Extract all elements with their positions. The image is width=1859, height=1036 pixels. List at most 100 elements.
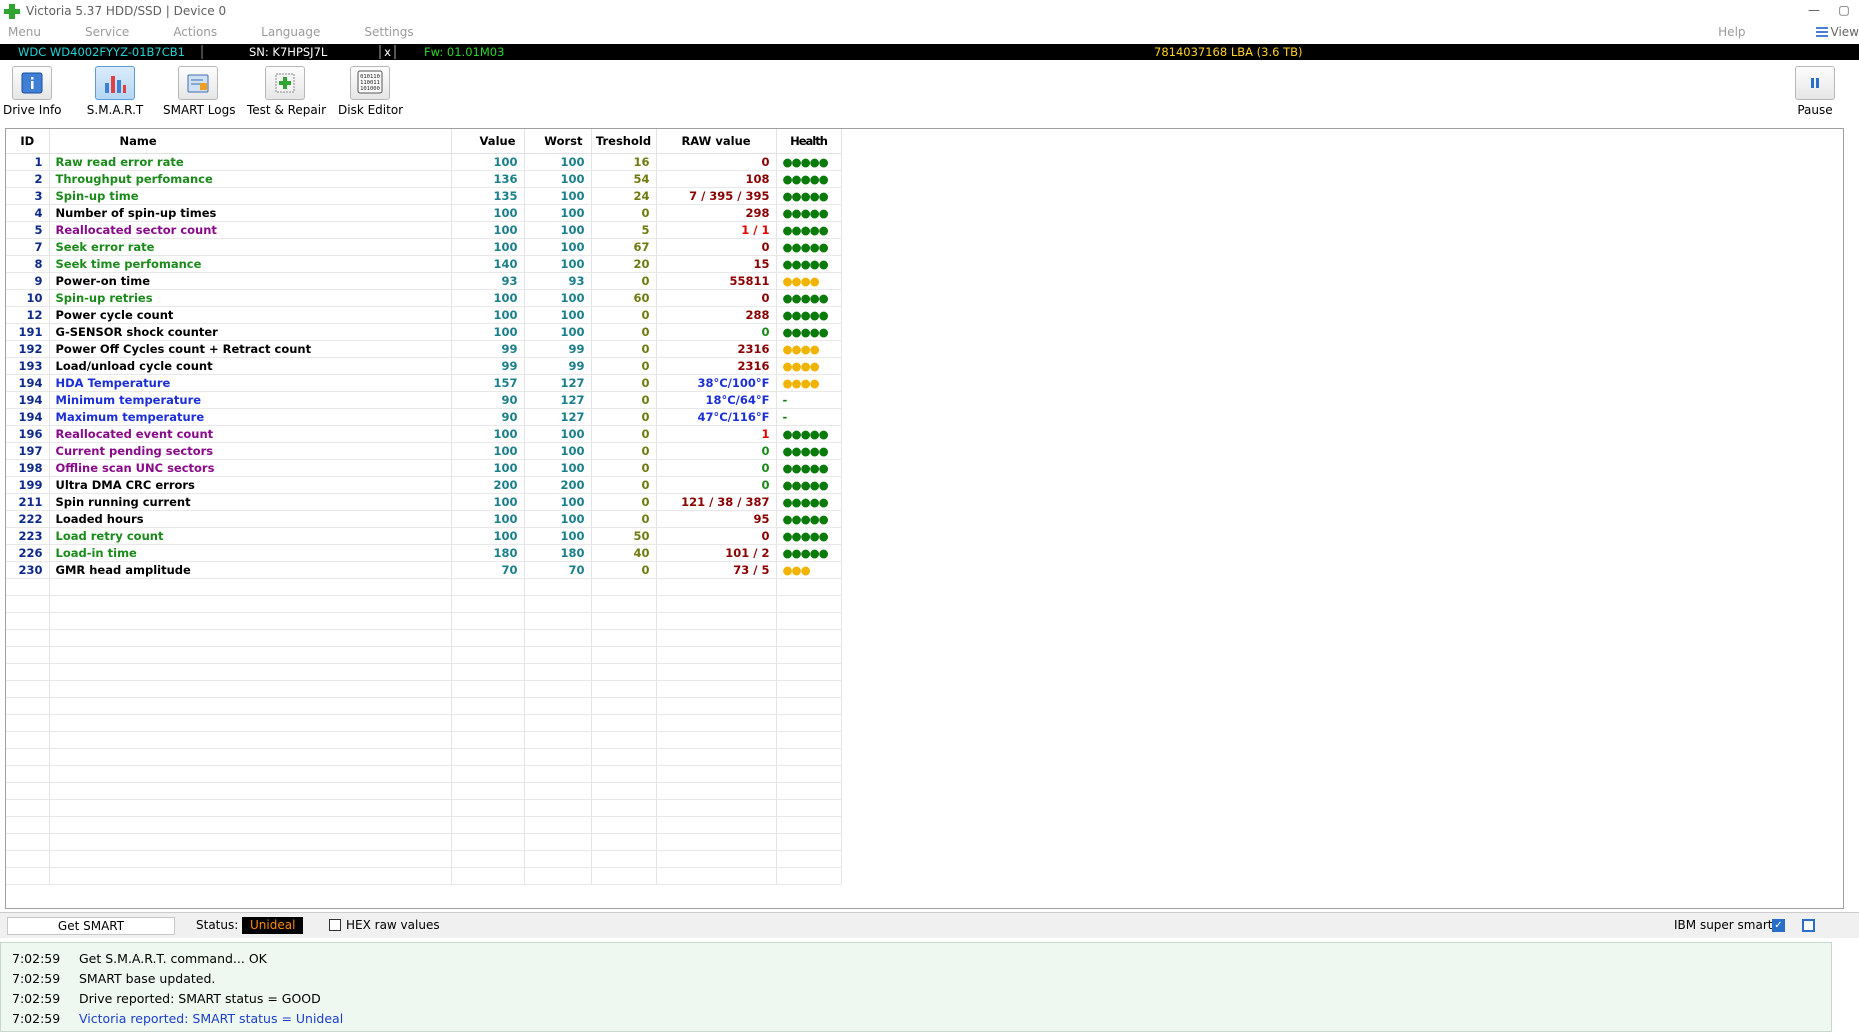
table-row[interactable]: 8 Seek time perfomance 140 100 20 15 ●●●●● — [6, 255, 842, 273]
attr-worst: 100 — [524, 153, 592, 171]
attr-name: Spin-up time — [49, 187, 452, 205]
attr-threshold: 0 — [591, 561, 657, 579]
ibm-options-button[interactable] — [1802, 919, 1815, 932]
attr-name: Current pending sectors — [49, 442, 452, 460]
test-repair-icon — [275, 73, 295, 93]
table-row[interactable]: 211 Spin running current 100 100 0 121 / 38 /… — [6, 493, 842, 511]
col-header-raw[interactable]: RAW value — [656, 129, 777, 154]
attr-name: HDA Temperature — [49, 374, 452, 392]
attr-value: 157 — [451, 374, 525, 392]
table-row[interactable]: 223 Load retry count 100 100 50 0 ●●●●● — [6, 527, 842, 545]
ibm-super-smart-label: IBM super smart: — [1674, 918, 1777, 932]
table-row[interactable]: 198 Offline scan UNC sectors 100 100 0 0 ●●●●● — [6, 459, 842, 477]
smart-table-panel[interactable]: ID Name Value Worst Treshold RAW value H… — [5, 128, 1844, 909]
table-row[interactable]: 194 HDA Temperature 157 127 0 38°C/100°F ●●●● — [6, 374, 842, 392]
attr-raw-value: 55811 — [656, 272, 777, 290]
table-row[interactable]: 194 Maximum temperature 90 127 0 47°C/116°F - — [6, 408, 842, 426]
attr-name: Power Off Cycles count + Retract count — [49, 340, 452, 358]
smart-button[interactable]: S.M.A.R.T — [82, 66, 148, 117]
attr-id: 197 — [6, 442, 50, 460]
attr-value: 100 — [451, 459, 525, 477]
smart-logs-button[interactable]: SMART Logs — [163, 66, 235, 117]
table-row[interactable]: 2 Throughput perfomance 136 100 54 108 ●●●●● — [6, 170, 842, 188]
attr-health: ●●●●● — [776, 204, 842, 222]
pause-button[interactable]: Pause — [1795, 66, 1835, 117]
disk-editor-label: Disk Editor — [338, 103, 404, 117]
device-model[interactable]: WDC WD4002FYYZ-01B7CB1 — [0, 45, 203, 59]
attr-id: 193 — [6, 357, 50, 375]
attr-value: 200 — [451, 476, 525, 494]
menu-menu[interactable]: Menu — [0, 25, 49, 39]
table-row[interactable]: 222 Loaded hours 100 100 0 95 ●●●●● — [6, 510, 842, 528]
smart-table: ID Name Value Worst Treshold RAW value H… — [6, 129, 842, 885]
table-row[interactable]: 226 Load-in time 180 180 40 101 / 2 ●●●●● — [6, 544, 842, 562]
table-row[interactable]: 194 Minimum temperature 90 127 0 18°C/64°F - — [6, 391, 842, 409]
minimize-button[interactable]: — — [1799, 0, 1829, 22]
table-row[interactable]: 230 GMR head amplitude 70 70 0 73 / 5 ●●● — [6, 561, 842, 579]
empty-row — [6, 748, 842, 766]
menu-bar: Menu Service Actions Language Settings H… — [0, 22, 1859, 42]
col-header-value[interactable]: Value — [451, 129, 525, 154]
restore-button[interactable]: ▢ — [1829, 0, 1859, 22]
attr-value: 100 — [451, 221, 525, 239]
test-repair-button[interactable]: Test & Repair — [247, 66, 327, 117]
col-header-threshold[interactable]: Treshold — [591, 129, 657, 154]
menu-view[interactable]: View — [1815, 25, 1859, 39]
hex-raw-label[interactable]: HEX raw values — [346, 918, 440, 932]
status-label: Status: — [196, 918, 239, 932]
attr-id: 222 — [6, 510, 50, 528]
attr-worst: 100 — [524, 170, 592, 188]
attr-worst: 100 — [524, 221, 592, 239]
col-header-health[interactable]: Health — [776, 129, 842, 154]
log-message: SMART base updated. — [79, 970, 216, 986]
device-close-button[interactable]: x — [379, 45, 396, 59]
table-row[interactable]: 7 Seek error rate 100 100 67 0 ●●●●● — [6, 238, 842, 256]
menu-actions[interactable]: Actions — [165, 25, 225, 39]
table-row[interactable]: 197 Current pending sectors 100 100 0 0 ●●●●● — [6, 442, 842, 460]
table-row[interactable]: 9 Power-on time 93 93 0 55811 ●●●● — [6, 272, 842, 290]
attr-worst: 100 — [524, 442, 592, 460]
menu-help[interactable]: Help — [1718, 25, 1745, 39]
attr-threshold: 20 — [591, 255, 657, 273]
log-time: 7:02:59 — [12, 1010, 61, 1026]
menu-service[interactable]: Service — [77, 25, 137, 39]
table-row[interactable]: 10 Spin-up retries 100 100 60 0 ●●●●● — [6, 289, 842, 307]
empty-row — [6, 850, 842, 868]
table-row[interactable]: 199 Ultra DMA CRC errors 200 200 0 0 ●●●●● — [6, 476, 842, 494]
attr-value: 99 — [451, 340, 525, 358]
table-row[interactable]: 192 Power Off Cycles count + Retract coun… — [6, 340, 842, 358]
attr-worst: 100 — [524, 493, 592, 511]
attr-value: 99 — [451, 357, 525, 375]
attr-health: ●●●●● — [776, 170, 842, 188]
menu-language[interactable]: Language — [253, 25, 328, 39]
attr-value: 100 — [451, 323, 525, 341]
table-row[interactable]: 4 Number of spin-up times 100 100 0 298 ●●●●● — [6, 204, 842, 222]
col-header-worst[interactable]: Worst — [524, 129, 592, 154]
get-smart-button[interactable]: Get SMART — [7, 917, 175, 935]
table-row[interactable]: 191 G-SENSOR shock counter 100 100 0 0 ●●●●● — [6, 323, 842, 341]
attr-raw-value: 0 — [656, 323, 777, 341]
attr-raw-value: 108 — [656, 170, 777, 188]
table-row[interactable]: 193 Load/unload cycle count 99 99 0 2316 ●●●● — [6, 357, 842, 375]
disk-editor-button[interactable]: 010110 110011 101000 Disk Editor — [338, 66, 404, 117]
menu-view-label: View — [1830, 25, 1859, 39]
attr-raw-value: 1 — [656, 425, 777, 443]
table-row[interactable]: 3 Spin-up time 135 100 24 7 / 395 / 395 ●●●●● — [6, 187, 842, 205]
app-cross-icon — [2, 1, 22, 21]
hex-raw-checkbox[interactable] — [329, 919, 341, 931]
drive-info-button[interactable]: Drive Info — [3, 66, 62, 117]
col-header-id[interactable]: ID — [6, 129, 50, 154]
col-header-name[interactable]: Name — [49, 129, 452, 154]
table-row[interactable]: 1 Raw read error rate 100 100 16 0 ●●●●● — [6, 153, 842, 171]
attr-value: 180 — [451, 544, 525, 562]
table-row[interactable]: 196 Reallocated event count 100 100 0 1 ●●●●● — [6, 425, 842, 443]
table-row[interactable]: 5 Reallocated sector count 100 100 5 1 / 1 ●●●… — [6, 221, 842, 239]
attr-raw-value: 18°C/64°F — [656, 391, 777, 409]
table-row[interactable]: 12 Power cycle count 100 100 0 288 ●●●●● — [6, 306, 842, 324]
attr-worst: 100 — [524, 238, 592, 256]
ibm-super-smart-checkbox[interactable]: ✓ — [1772, 919, 1785, 932]
drive-info-icon — [21, 72, 43, 94]
log-time: 7:02:59 — [12, 990, 61, 1006]
test-repair-label: Test & Repair — [247, 103, 327, 117]
menu-settings[interactable]: Settings — [356, 25, 421, 39]
